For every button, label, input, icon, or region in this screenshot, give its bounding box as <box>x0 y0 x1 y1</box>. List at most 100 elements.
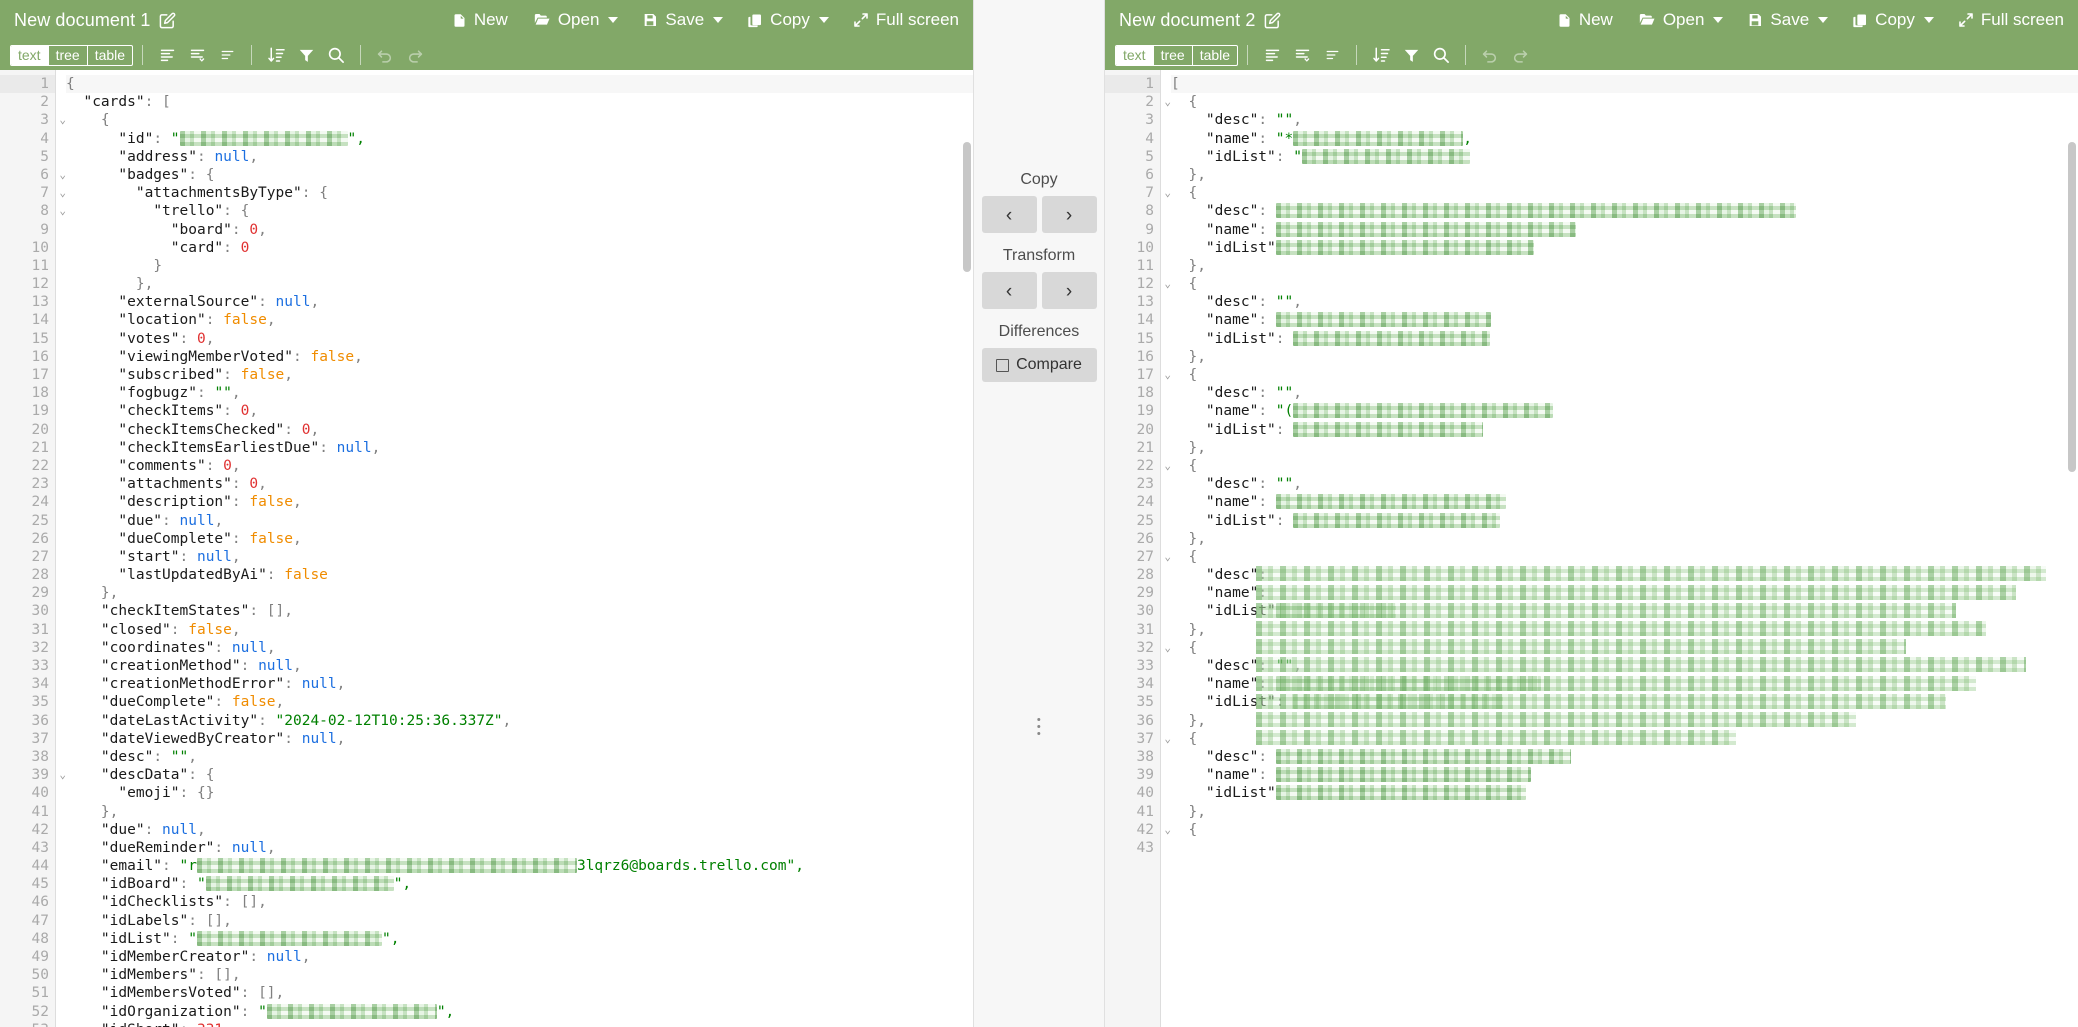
copy-icon <box>747 12 763 29</box>
format-compact-icon[interactable] <box>152 43 182 67</box>
mode-button-table[interactable]: table <box>1193 46 1237 65</box>
redo-icon[interactable] <box>400 43 430 67</box>
open-menu-button[interactable]: Open <box>1637 10 1724 30</box>
mode-button-text[interactable]: text <box>11 45 49 65</box>
code-line: "description": false, <box>118 494 302 511</box>
line-number: 35 <box>1136 694 1154 711</box>
code-line: "name": <box>1171 493 2078 511</box>
compare-button[interactable]: Compare <box>981 348 1097 382</box>
left-editor-pane: New document 1 New Open Save Copy Full s… <box>0 0 973 1027</box>
line-number: 6 ⌄ <box>40 166 66 183</box>
open-menu-label: Open <box>1662 10 1705 29</box>
code-line: "name": "( <box>1171 402 2078 420</box>
line-number: 40 <box>31 785 49 802</box>
code-line: "votes": 0, <box>118 330 215 347</box>
line-number: 22 ⌄ <box>1136 457 1171 474</box>
code-line: "desc": "", <box>1205 112 1302 129</box>
copy-to-right-button[interactable]: › <box>1041 196 1097 233</box>
left-vertical-scrollbar[interactable] <box>963 142 971 272</box>
open-menu-button[interactable]: Open <box>532 10 619 30</box>
fullscreen-menu-button[interactable]: Full screen <box>853 10 959 30</box>
code-line: "coordinates": null, <box>100 639 276 656</box>
code-line: "idShort": 331 <box>66 1021 973 1027</box>
format-indent-icon[interactable] <box>1287 43 1317 67</box>
line-number: 41 <box>1136 803 1154 820</box>
line-number: 36 <box>1136 712 1154 729</box>
chevron-down-icon <box>1713 17 1724 23</box>
filter-icon[interactable] <box>1396 43 1426 67</box>
line-number: 27 <box>31 548 49 565</box>
redacted-value <box>1275 785 1526 801</box>
code-line: "idMembers": [], <box>100 967 241 984</box>
line-number: 6 <box>1145 166 1154 183</box>
copy-to-left-button[interactable]: ‹ <box>981 196 1037 233</box>
code-line: }, <box>1188 166 1206 183</box>
line-number: 33 <box>31 658 49 674</box>
line-number: 12 ⌄ <box>1136 276 1171 293</box>
left-editor[interactable]: 1 2 3 ⌄ 4 5 6 ⌄ 7 ⌄ 8 ⌄ 9 10 11 12 13 14 15 16 17 18 19 20 21 22 2… <box>0 70 973 1027</box>
new-menu-button[interactable]: New <box>1557 10 1613 30</box>
code-line: }, <box>1188 439 1206 456</box>
sort-icon[interactable] <box>261 43 291 67</box>
search-icon[interactable] <box>321 43 351 67</box>
code-line: "address": null, <box>118 148 259 165</box>
copy-menu-button[interactable]: Copy <box>747 10 829 30</box>
code-line: "idList": <box>1171 512 2078 530</box>
code-line: { <box>1188 94 1198 111</box>
sort-icon[interactable] <box>1366 43 1396 67</box>
left-toolbar: text tree table <box>0 40 973 70</box>
code-line: "dueComplete": false, <box>118 530 302 547</box>
mode-button-tree[interactable]: tree <box>49 45 88 65</box>
line-number: 14 <box>31 312 49 329</box>
mode-button-text[interactable]: text <box>1116 45 1154 65</box>
line-number: 28 <box>31 567 49 584</box>
copy-menu-button[interactable]: Copy <box>1852 10 1934 30</box>
code-line: "id": " ", <box>118 130 365 147</box>
repair-icon[interactable] <box>212 43 242 67</box>
right-menubar: New document 2 New Open Save Copy Full s… <box>1105 0 2078 40</box>
line-number: 29 <box>31 585 49 602</box>
repair-icon[interactable] <box>1317 43 1347 67</box>
transform-to-left-button[interactable]: ‹ <box>981 272 1037 309</box>
left-code-content[interactable]: { "cards": [ { "id": " ", "address": null… <box>56 70 973 1027</box>
undo-icon[interactable] <box>1475 43 1505 67</box>
redacted-value <box>205 876 394 892</box>
differences-section-label: Differences <box>998 323 1080 340</box>
edit-pencil-icon[interactable] <box>159 12 176 29</box>
save-menu-button[interactable]: Save <box>1747 10 1829 30</box>
line-number: 7 ⌄ <box>40 185 66 202</box>
line-number: 5 <box>1145 148 1154 165</box>
search-icon[interactable] <box>1426 43 1456 67</box>
new-menu-button[interactable]: New <box>452 10 508 30</box>
save-menu-button[interactable]: Save <box>642 10 724 30</box>
filter-icon[interactable] <box>291 43 321 67</box>
right-editor[interactable]: 1 2 ⌄ 3 4 5 6 7 ⌄ 8 9 10 11 12 ⌄ 13 14 15 16 17 ⌄ 18 19 20 21 22 ⌄… <box>1105 70 2078 1027</box>
redacted-value <box>179 130 348 146</box>
transform-to-right-button[interactable]: › <box>1041 272 1097 309</box>
code-line: "comments": 0, <box>118 457 241 474</box>
right-code-content[interactable]: [ { "desc": "", "name": "*, "idList": " … <box>1161 70 2078 1027</box>
mode-button-table[interactable]: table <box>88 46 132 65</box>
compare-button-label: Compare <box>1016 356 1082 373</box>
left-line-numbers: 1 2 3 ⌄ 4 5 6 ⌄ 7 ⌄ 8 ⌄ 9 10 11 12 13 14 15 16 17 18 19 20 21 22 2… <box>0 70 66 1027</box>
undo-icon[interactable] <box>370 43 400 67</box>
line-number: 30 <box>31 603 49 620</box>
code-line: "dueComplete": false, <box>100 694 285 711</box>
edit-pencil-icon[interactable] <box>1264 12 1281 29</box>
format-indent-icon[interactable] <box>182 43 212 67</box>
code-line: { <box>1188 367 1198 383</box>
drag-handle-icon[interactable] <box>1037 718 1041 736</box>
copy-menu-label: Copy <box>770 10 810 29</box>
code-line: "viewingMemberVoted": false, <box>118 348 363 365</box>
format-compact-icon[interactable] <box>1257 43 1287 67</box>
right-vertical-scrollbar[interactable] <box>2068 142 2076 472</box>
mode-button-tree[interactable]: tree <box>1154 45 1193 65</box>
redo-icon[interactable] <box>1505 43 1535 67</box>
redacted-value <box>1293 403 1554 419</box>
line-number: 1 <box>0 75 55 94</box>
line-number: 32 ⌄ <box>1136 639 1171 656</box>
line-number: 31 <box>1136 621 1154 638</box>
fullscreen-menu-button[interactable]: Full screen <box>1958 10 2064 30</box>
line-number: 10 <box>31 239 49 256</box>
